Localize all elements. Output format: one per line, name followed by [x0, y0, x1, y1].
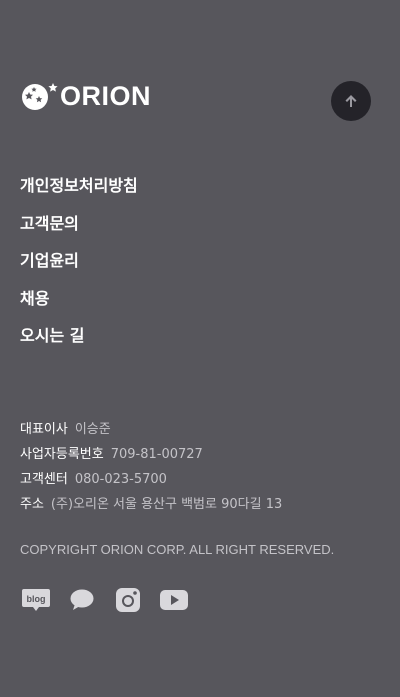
orion-logo[interactable]: ORION	[20, 80, 151, 112]
arrow-up-icon	[345, 95, 357, 107]
ceo-row: 대표이사 이승준	[20, 420, 282, 445]
biz-no-row: 사업자등록번호 709-81-00727	[20, 445, 282, 470]
blog-icon-text: blog	[27, 594, 46, 604]
scroll-to-top-button[interactable]	[331, 81, 371, 121]
instagram-link[interactable]	[112, 586, 144, 614]
blog-link[interactable]: blog	[20, 586, 52, 614]
copyright-text: COPYRIGHT ORION CORP. ALL RIGHT RESERVED…	[20, 542, 335, 557]
cs-row: 고객센터 080-023-5700	[20, 470, 282, 495]
ceo-value: 이승준	[74, 422, 111, 437]
youtube-link[interactable]	[158, 586, 190, 614]
nav-item-customer-inquiry[interactable]: 고객문의	[20, 211, 138, 237]
nav-item-corporate-ethics[interactable]: 기업윤리	[20, 248, 138, 274]
nav-item-privacy-policy[interactable]: 개인정보처리방침	[20, 173, 138, 199]
nav-item-recruitment[interactable]: 채용	[20, 286, 138, 312]
youtube-icon	[160, 590, 188, 610]
brand-name: ORION	[60, 81, 152, 111]
blog-icon: blog	[22, 589, 50, 611]
company-info: 대표이사 이승준 사업자등록번호 709-81-00727 고객센터 080-023-…	[20, 420, 282, 520]
address-row: 주소 (주)오리온 서울 용산구 백범로 90다길 13	[20, 495, 282, 520]
talk-link[interactable]	[66, 586, 98, 614]
cs-value: 080-023-5700	[74, 472, 167, 487]
footer-nav: 개인정보처리방침 고객문의 기업윤리 채용 오시는 길	[20, 173, 138, 361]
address-label: 주소	[20, 497, 44, 512]
chat-bubble-icon	[70, 589, 94, 610]
ceo-label: 대표이사	[20, 422, 68, 437]
biz-no-label: 사업자등록번호	[20, 447, 104, 462]
nav-item-directions[interactable]: 오시는 길	[20, 323, 138, 349]
sns-links: blog	[20, 586, 204, 614]
cs-label: 고객센터	[20, 472, 68, 487]
biz-no-value: 709-81-00727	[110, 447, 203, 462]
address-value: (주)오리온 서울 용산구 백범로 90다길 13	[50, 497, 283, 512]
instagram-icon	[116, 588, 140, 612]
orion-star-logo-icon	[22, 83, 58, 110]
